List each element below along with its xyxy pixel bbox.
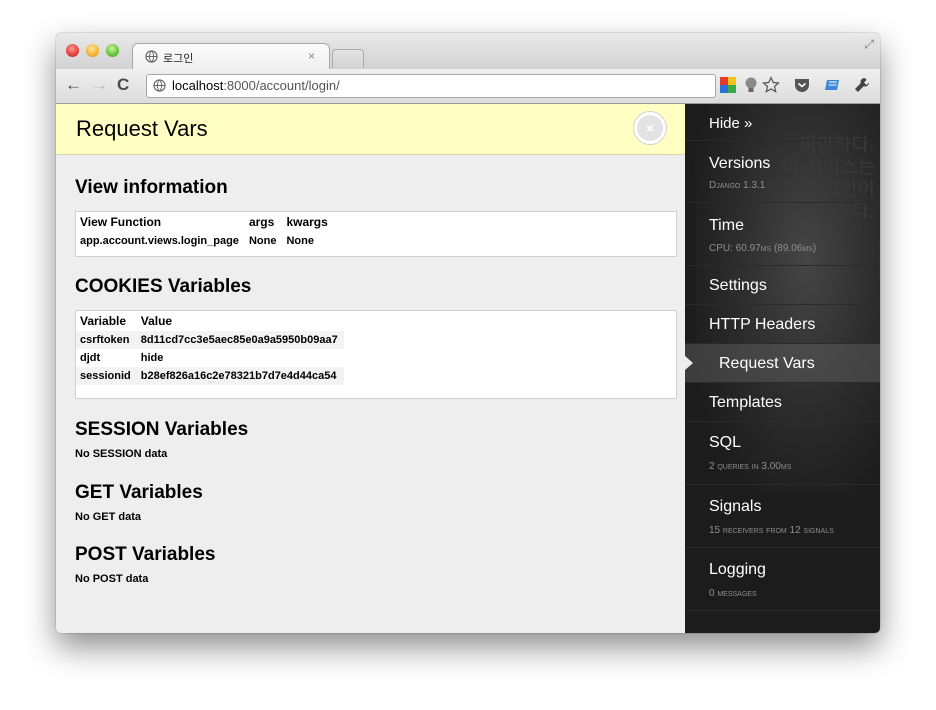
- browser-toolbar: ← → C localhost:8000/account/login/: [56, 69, 880, 104]
- sidebar-item-sql[interactable]: SQL 2 queries in 3.00ms: [685, 422, 880, 485]
- sidebar-item-subtitle: 0 messages: [709, 588, 757, 599]
- sidebar-item-subtitle: 2 queries in 3.00ms: [709, 461, 792, 472]
- table-cell: None: [286, 235, 314, 247]
- back-arrow-icon[interactable]: ←: [65, 75, 82, 95]
- table-cell: sessionid: [76, 367, 137, 385]
- bookmark-star-icon[interactable]: [762, 76, 780, 94]
- sidebar-item-subtitle: CPU: 60.97ms (89.06ms): [709, 243, 817, 254]
- page-content: Request Vars × View information View Fun…: [56, 104, 880, 633]
- get-empty-text: No GET data: [75, 511, 142, 523]
- browser-window: 로그인 × ⤢ ← → C localhost:8000/account/log…: [56, 33, 880, 633]
- cookies-heading: COOKIES Variables: [75, 276, 252, 297]
- sidebar-item-logging[interactable]: Logging 0 messages: [685, 548, 880, 611]
- close-window-button[interactable]: [66, 44, 79, 57]
- address-bar[interactable]: localhost:8000/account/login/: [146, 74, 716, 98]
- sidebar-item-subtitle: Django 1.3.1: [709, 180, 766, 191]
- sidebar-item-signals[interactable]: Signals 15 receivers from 12 signals: [685, 485, 880, 548]
- hide-label: Hide »: [709, 115, 753, 132]
- forward-arrow-icon[interactable]: →: [91, 75, 108, 95]
- sidebar-item-title: Request Vars: [719, 355, 815, 372]
- sidebar-item-subtitle: 15 receivers from 12 signals: [709, 525, 834, 536]
- active-pointer-icon: [685, 356, 693, 370]
- sidebar-item-settings[interactable]: Settings: [685, 266, 880, 305]
- table-row: app.account.views.login_page None None: [76, 232, 334, 250]
- table-cell: app.account.views.login_page: [80, 235, 239, 247]
- sidebar-item-versions[interactable]: Versions Django 1.3.1: [685, 141, 880, 203]
- sidebar-item-title: Signals: [709, 498, 762, 515]
- lightbulb-icon[interactable]: [742, 76, 760, 94]
- sidebar-hide-link[interactable]: Hide »: [685, 104, 880, 141]
- close-icon: ×: [645, 120, 655, 136]
- minimize-window-button[interactable]: [86, 44, 99, 57]
- color-extension-icon[interactable]: [719, 76, 737, 94]
- globe-icon: [145, 50, 158, 63]
- post-empty-text: No POST data: [75, 573, 149, 585]
- sidebar-item-templates[interactable]: Templates: [685, 383, 880, 422]
- pocket-icon[interactable]: [793, 76, 811, 94]
- zoom-window-button[interactable]: [106, 44, 119, 57]
- reload-icon[interactable]: C: [117, 75, 129, 95]
- panel-header: Request Vars ×: [56, 104, 685, 155]
- close-panel-button[interactable]: ×: [634, 112, 666, 144]
- column-header: kwargs: [286, 215, 328, 229]
- title-bar: 로그인 × ⤢: [56, 33, 880, 70]
- tab-close-icon[interactable]: ×: [308, 49, 315, 63]
- sidebar-item-title: Templates: [709, 394, 782, 411]
- column-header: args: [248, 215, 275, 229]
- globe-icon: [153, 79, 166, 92]
- table-cell: b28ef826a16c2e78321b7d7e4d44ca54: [136, 367, 344, 385]
- table-header-row: Variable Value: [76, 311, 344, 331]
- sidebar-item-title: Settings: [709, 277, 767, 294]
- cookies-table: Variable Value csrftoken 8d11cd7cc3e5aec…: [75, 310, 677, 399]
- column-header: View Function: [80, 215, 162, 229]
- table-row: csrftoken 8d11cd7cc3e5aec85e0a9a5950b09a…: [76, 331, 344, 349]
- panel-title: Request Vars: [76, 116, 208, 141]
- new-tab-button[interactable]: [332, 49, 364, 68]
- extension-blue-icon[interactable]: [824, 76, 842, 94]
- column-header: Variable: [80, 314, 127, 328]
- sidebar-item-title: Time: [709, 217, 744, 234]
- sidebar-item-title: SQL: [709, 434, 742, 451]
- get-heading: GET Variables: [75, 482, 203, 503]
- view-information-table: View Function args kwargs app.account.vi…: [75, 211, 677, 257]
- table-cell: None: [248, 235, 277, 247]
- wrench-icon[interactable]: [853, 76, 871, 94]
- table-cell: djdt: [80, 352, 101, 364]
- post-heading: POST Variables: [75, 544, 216, 565]
- table-cell: csrftoken: [76, 331, 137, 349]
- column-header: Value: [140, 314, 173, 328]
- fullscreen-icon[interactable]: ⤢: [864, 37, 874, 52]
- table-row: djdt hide: [76, 349, 344, 367]
- browser-tab[interactable]: 로그인 ×: [132, 43, 330, 70]
- table-cell: 8d11cd7cc3e5aec85e0a9a5950b09aa7: [136, 331, 344, 349]
- sidebar-item-title: Logging: [709, 561, 766, 578]
- sidebar-item-http-headers[interactable]: HTTP Headers: [685, 305, 880, 344]
- url-text: localhost:8000/account/login/: [172, 78, 340, 93]
- sidebar-item-title: Versions: [709, 155, 771, 172]
- table-header-row: View Function args kwargs: [76, 212, 334, 232]
- session-empty-text: No SESSION data: [75, 448, 168, 460]
- request-vars-panel: Request Vars × View information View Fun…: [56, 104, 685, 633]
- table-row: sessionid b28ef826a16c2e78321b7d7e4d44ca…: [76, 367, 344, 385]
- sidebar-item-title: HTTP Headers: [709, 316, 816, 333]
- table-cell: hide: [140, 352, 164, 364]
- sidebar-item-time[interactable]: Time CPU: 60.97ms (89.06ms): [685, 203, 880, 266]
- sidebar-item-request-vars[interactable]: Request Vars: [685, 344, 880, 383]
- debug-toolbar-sidebar: 미안하다. 이 서비스는 로그인이 필수다. Hide » Versions Djan…: [685, 104, 880, 633]
- tab-title: 로그인: [163, 53, 194, 65]
- view-information-heading: View information: [75, 177, 228, 198]
- session-heading: SESSION Variables: [75, 419, 249, 440]
